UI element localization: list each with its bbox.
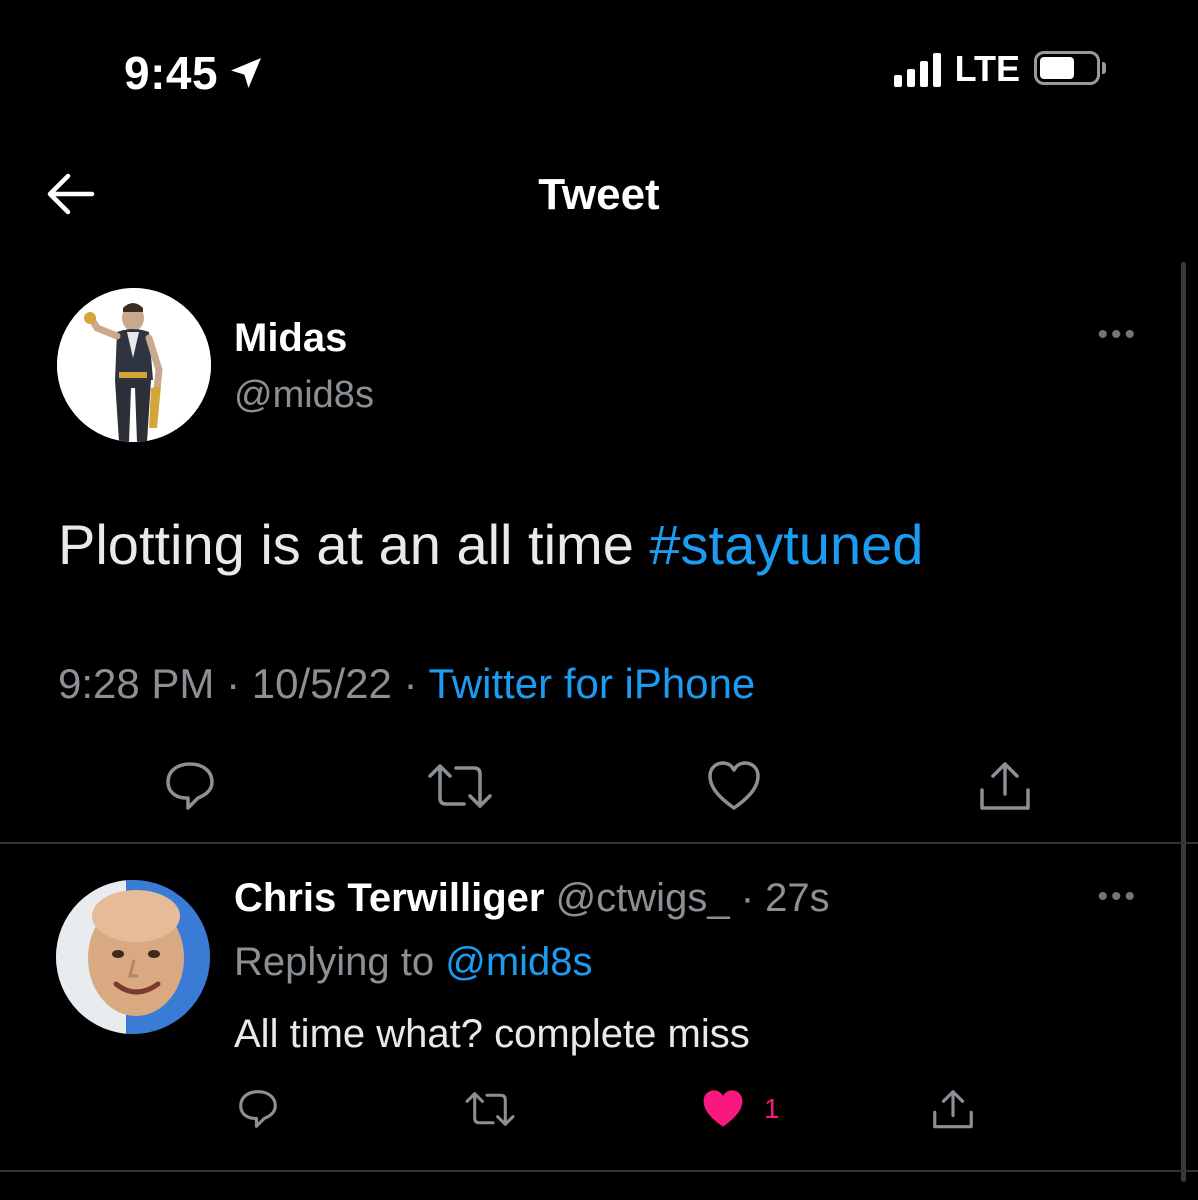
tweet-date: 10/5/22 [251, 660, 392, 707]
like-filled-icon[interactable]: 1 [700, 1088, 780, 1130]
divider [0, 842, 1198, 844]
like-icon[interactable] [706, 760, 762, 812]
reply-age: · 27s [740, 876, 830, 920]
tweet-time: 9:28 PM [58, 660, 215, 707]
avatar-face-icon [56, 880, 210, 1034]
tweet-text: Plotting is at an all time #staytuned [58, 512, 923, 577]
avatar-figure-icon [57, 288, 211, 442]
reply-author-handle[interactable]: @ctwigs_ [556, 876, 730, 920]
tweet-meta: 9:28 PM · 10/5/22 · Twitter for iPhone [58, 660, 755, 708]
hashtag-link[interactable]: #staytuned [649, 513, 923, 576]
replying-label: Replying to [234, 940, 446, 984]
divider [0, 1170, 1198, 1172]
network-label: LTE [954, 48, 1020, 89]
meta-separator: · [214, 660, 252, 707]
reply-avatar[interactable] [56, 880, 210, 1034]
avatar[interactable] [57, 288, 211, 442]
more-dots-icon[interactable]: ••• [1097, 318, 1138, 352]
author-name[interactable]: Midas [234, 316, 347, 361]
status-time-label: 9:45 [124, 47, 219, 99]
scrollbar[interactable] [1181, 262, 1186, 1182]
tweet-detail-screen: 9:45 LTE Tweet Midas @mid8s ••• Plotting… [0, 0, 1198, 1200]
reply-icon[interactable] [236, 1088, 280, 1130]
tweet-source-link[interactable]: Twitter for iPhone [428, 660, 755, 707]
status-indicators: LTE [893, 48, 1106, 90]
meta-separator: · [391, 660, 429, 707]
reply-author-name[interactable]: Chris Terwilliger [234, 876, 544, 920]
replying-to: Replying to @mid8s [234, 940, 593, 985]
mention-link[interactable]: @mid8s [445, 940, 592, 984]
reply-header: Chris Terwilliger @ctwigs_ · 27s [234, 876, 830, 921]
tweet-text-plain: Plotting is at an all time [58, 513, 650, 576]
page-title: Tweet [538, 170, 660, 219]
reply-icon[interactable] [162, 760, 218, 812]
reply-text: All time what? complete miss [234, 1012, 750, 1056]
author-handle[interactable]: @mid8s [234, 374, 374, 417]
battery-icon [1034, 51, 1106, 87]
retweet-icon[interactable] [426, 760, 494, 812]
retweet-icon[interactable] [464, 1088, 516, 1130]
signal-icon [893, 51, 941, 87]
location-arrow-icon [231, 58, 262, 88]
share-icon[interactable] [976, 760, 1034, 814]
like-count: 1 [764, 1093, 780, 1124]
status-time: 9:45 [124, 46, 266, 100]
reply-more-dots-icon[interactable]: ••• [1097, 880, 1138, 914]
share-icon[interactable] [930, 1088, 976, 1132]
